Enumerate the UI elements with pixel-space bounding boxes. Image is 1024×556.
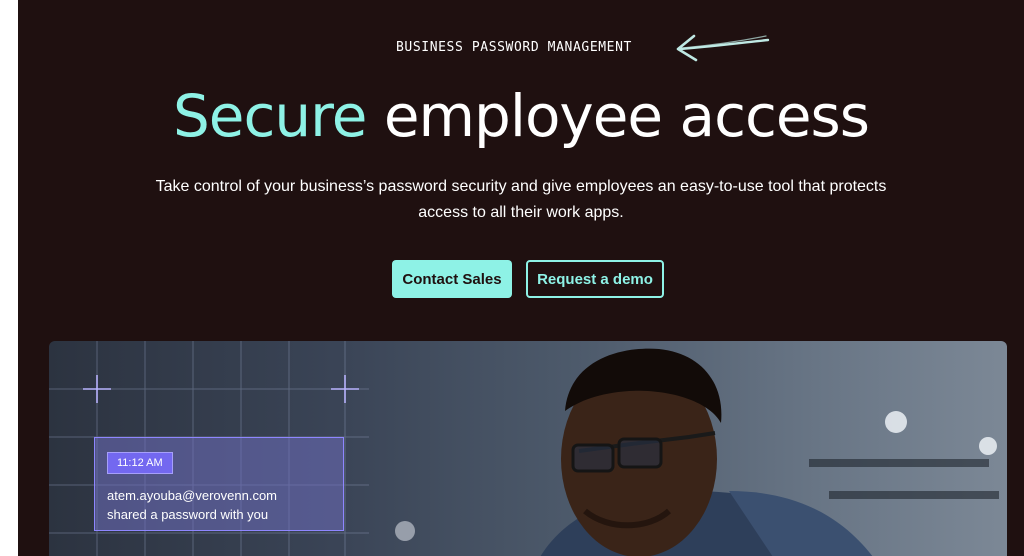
bokeh-light: [979, 437, 997, 455]
page: BUSINESS PASSWORD MANAGEMENT Secure empl…: [0, 0, 1024, 556]
page-title: Secure employee access: [18, 82, 1024, 150]
contact-sales-button[interactable]: Contact Sales: [392, 260, 512, 298]
hero-subheading: Take control of your business’s password…: [155, 178, 887, 221]
eyebrow-label: BUSINESS PASSWORD MANAGEMENT: [396, 40, 632, 55]
hero-image: 11:12 AM atem.ayouba@verovenn.com shared…: [49, 341, 1007, 556]
notification-time-badge: 11:12 AM: [107, 452, 173, 474]
eyebrow-row: BUSINESS PASSWORD MANAGEMENT: [18, 34, 1024, 62]
notification-message: atem.ayouba@verovenn.com shared a passwo…: [107, 486, 337, 524]
headline-rest: employee access: [366, 82, 870, 150]
bokeh-light: [395, 521, 415, 541]
hand-drawn-arrow-icon: [676, 34, 770, 62]
notification-sender: atem.ayouba@verovenn.com: [107, 488, 278, 503]
hero-section: BUSINESS PASSWORD MANAGEMENT Secure empl…: [18, 0, 1024, 556]
headline-accent: Secure: [172, 82, 367, 150]
person-illustration: [540, 348, 873, 556]
cta-row: Contact Sales Request a demo: [18, 260, 1024, 300]
request-demo-button[interactable]: Request a demo: [526, 260, 664, 298]
notification-card: 11:12 AM atem.ayouba@verovenn.com shared…: [94, 437, 344, 531]
notification-action: shared a password with you: [107, 507, 269, 522]
